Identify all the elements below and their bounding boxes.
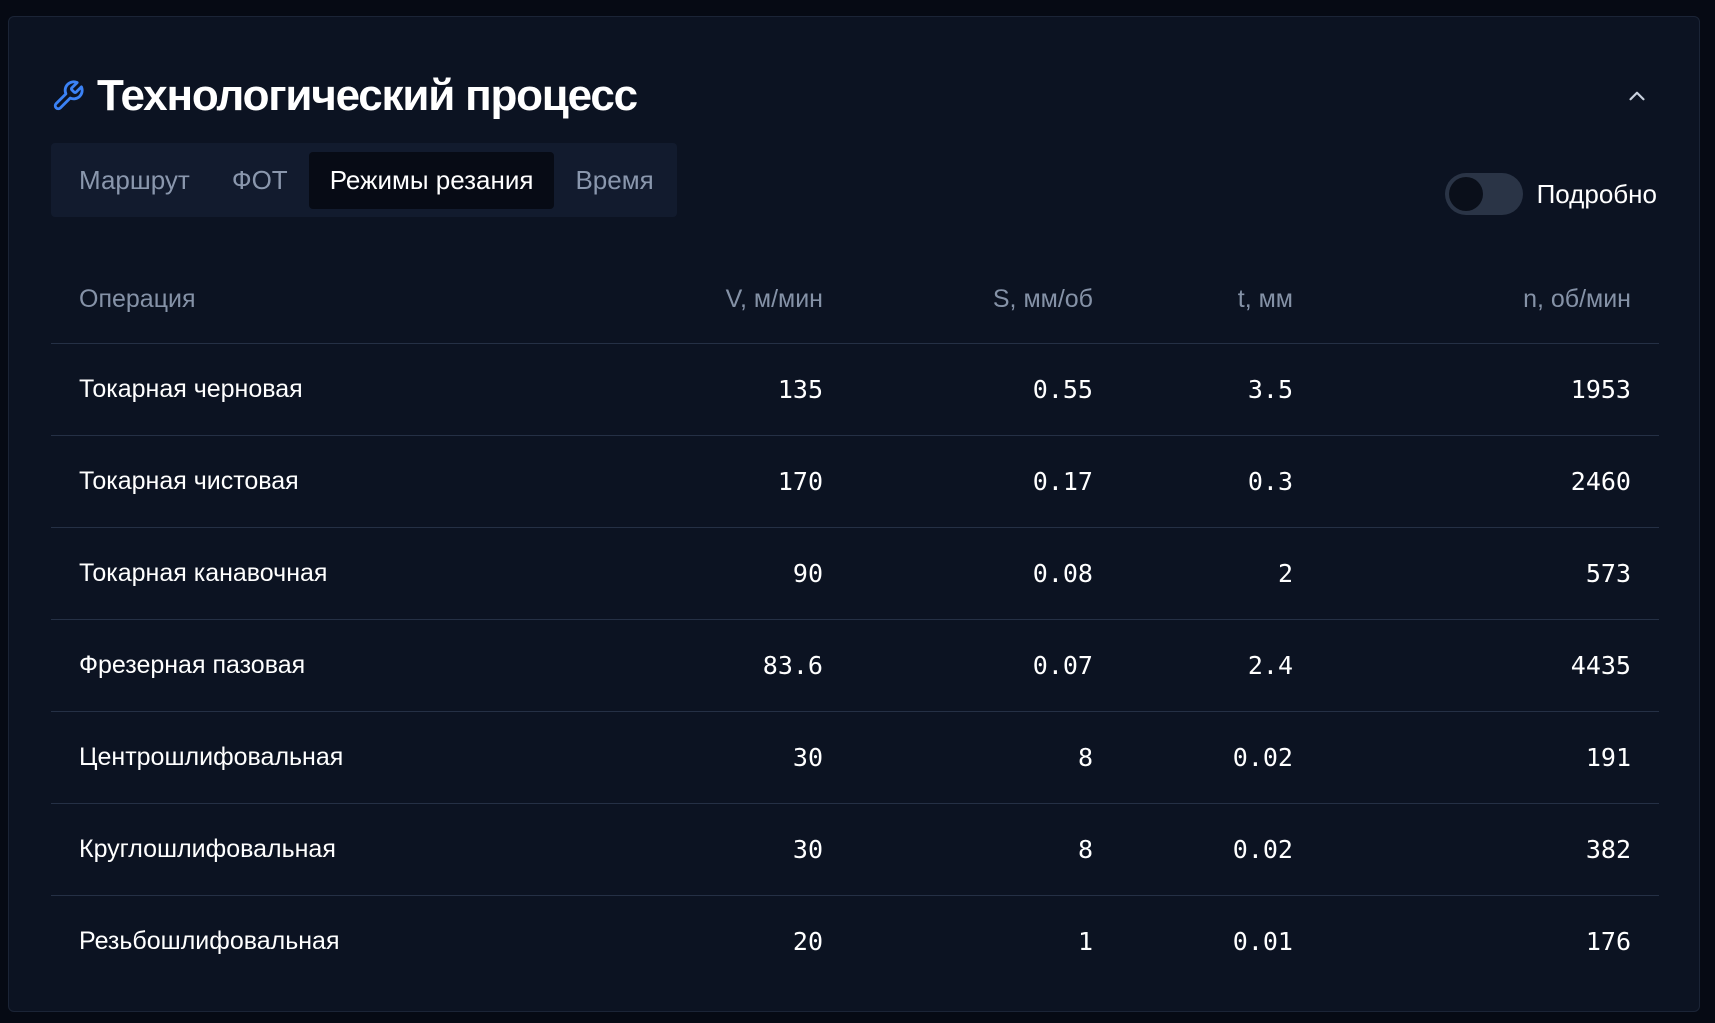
chevron-up-icon (1629, 91, 1645, 101)
tab-cutting-modes[interactable]: Режимы резания (308, 151, 555, 209)
panel-header: Технологический процесс (51, 53, 1657, 139)
cell-depth: 0.02 (1121, 803, 1321, 896)
column-header-depth: t, мм (1121, 255, 1321, 344)
cell-operation: Круглошлифовальная (51, 803, 521, 896)
cell-depth: 0.01 (1232, 927, 1293, 956)
cell-feed: 8 (851, 803, 1121, 896)
page-title: Технологический процесс (97, 71, 638, 120)
column-header-feed: S, мм/об (851, 255, 1121, 344)
column-header-rpm: n, об/мин (1321, 255, 1659, 344)
cell-speed: 135 (521, 343, 851, 436)
cell-operation: Резьбошлифовальная (79, 927, 340, 955)
table-row: Токарная черновая 135 0.55 3.5 1953 (51, 343, 1659, 436)
cell-feed: 0.17 (851, 435, 1121, 528)
detail-toggle-label: Подробно (1536, 178, 1657, 209)
table-header-row: Операция V, м/мин S, мм/об t, мм n, об/м… (51, 255, 1659, 344)
table-row: Токарная канавочная 90 0.08 2 573 (51, 527, 1659, 620)
column-header-speed: V, м/мин (521, 255, 851, 344)
cell-feed: 8 (851, 711, 1121, 804)
detail-toggle: Подробно (1444, 173, 1657, 215)
cell-operation: Токарная канавочная (51, 527, 521, 620)
cell-speed: 170 (521, 435, 851, 528)
cell-feed: 1 (1077, 927, 1093, 956)
cell-depth: 2.4 (1121, 619, 1321, 712)
cell-depth: 0.02 (1121, 711, 1321, 804)
cell-speed: 83.6 (521, 619, 851, 712)
wrench-icon (51, 79, 85, 113)
cell-rpm: 4435 (1321, 619, 1659, 712)
cell-speed: 20 (792, 927, 823, 956)
cell-rpm: 1953 (1321, 343, 1659, 436)
cell-feed: 0.55 (851, 343, 1121, 436)
cell-feed: 0.07 (851, 619, 1121, 712)
table-row: Круглошлифовальная 30 8 0.02 382 (51, 803, 1659, 896)
cell-operation: Токарная чистовая (51, 435, 521, 528)
cell-operation: Центрошлифовальная (51, 711, 521, 804)
tab-bar: Маршрут ФОТ Режимы резания Время (51, 143, 677, 217)
table-row: Резьбошлифовальная 20 1 0.01 176 (51, 896, 1659, 988)
cell-rpm: 382 (1321, 803, 1659, 896)
tab-route[interactable]: Маршрут (58, 152, 211, 209)
cell-depth: 3.5 (1121, 343, 1321, 436)
cell-rpm: 2460 (1321, 435, 1659, 528)
cell-speed: 30 (521, 711, 851, 804)
column-header-operation: Операция (51, 255, 521, 344)
cell-operation: Токарная черновая (51, 343, 521, 436)
switch-knob (1448, 177, 1483, 211)
table-row: Фрезерная пазовая 83.6 0.07 2.4 4435 (51, 619, 1659, 712)
cell-speed: 30 (521, 803, 851, 896)
cutting-modes-table: Операция V, м/мин S, мм/об t, мм n, об/м… (51, 255, 1659, 987)
cell-rpm: 176 (1585, 927, 1631, 956)
cell-speed: 90 (521, 527, 851, 620)
table-row: Центрошлифовальная 30 8 0.02 191 (51, 711, 1659, 804)
cell-rpm: 573 (1321, 527, 1659, 620)
table-row: Токарная чистовая 170 0.17 0.3 2460 (51, 435, 1659, 528)
cell-depth: 0.3 (1121, 435, 1321, 528)
cell-feed: 0.08 (851, 527, 1121, 620)
cell-depth: 2 (1121, 527, 1321, 620)
cell-operation: Фрезерная пазовая (51, 619, 521, 712)
tab-time[interactable]: Время (554, 152, 674, 209)
tech-process-panel: Технологический процесс Маршрут ФОТ Режи… (8, 16, 1700, 1012)
detail-switch[interactable] (1444, 173, 1523, 215)
cell-rpm: 191 (1321, 711, 1659, 804)
collapse-button[interactable] (1617, 76, 1657, 116)
tab-payroll[interactable]: ФОТ (211, 152, 309, 209)
